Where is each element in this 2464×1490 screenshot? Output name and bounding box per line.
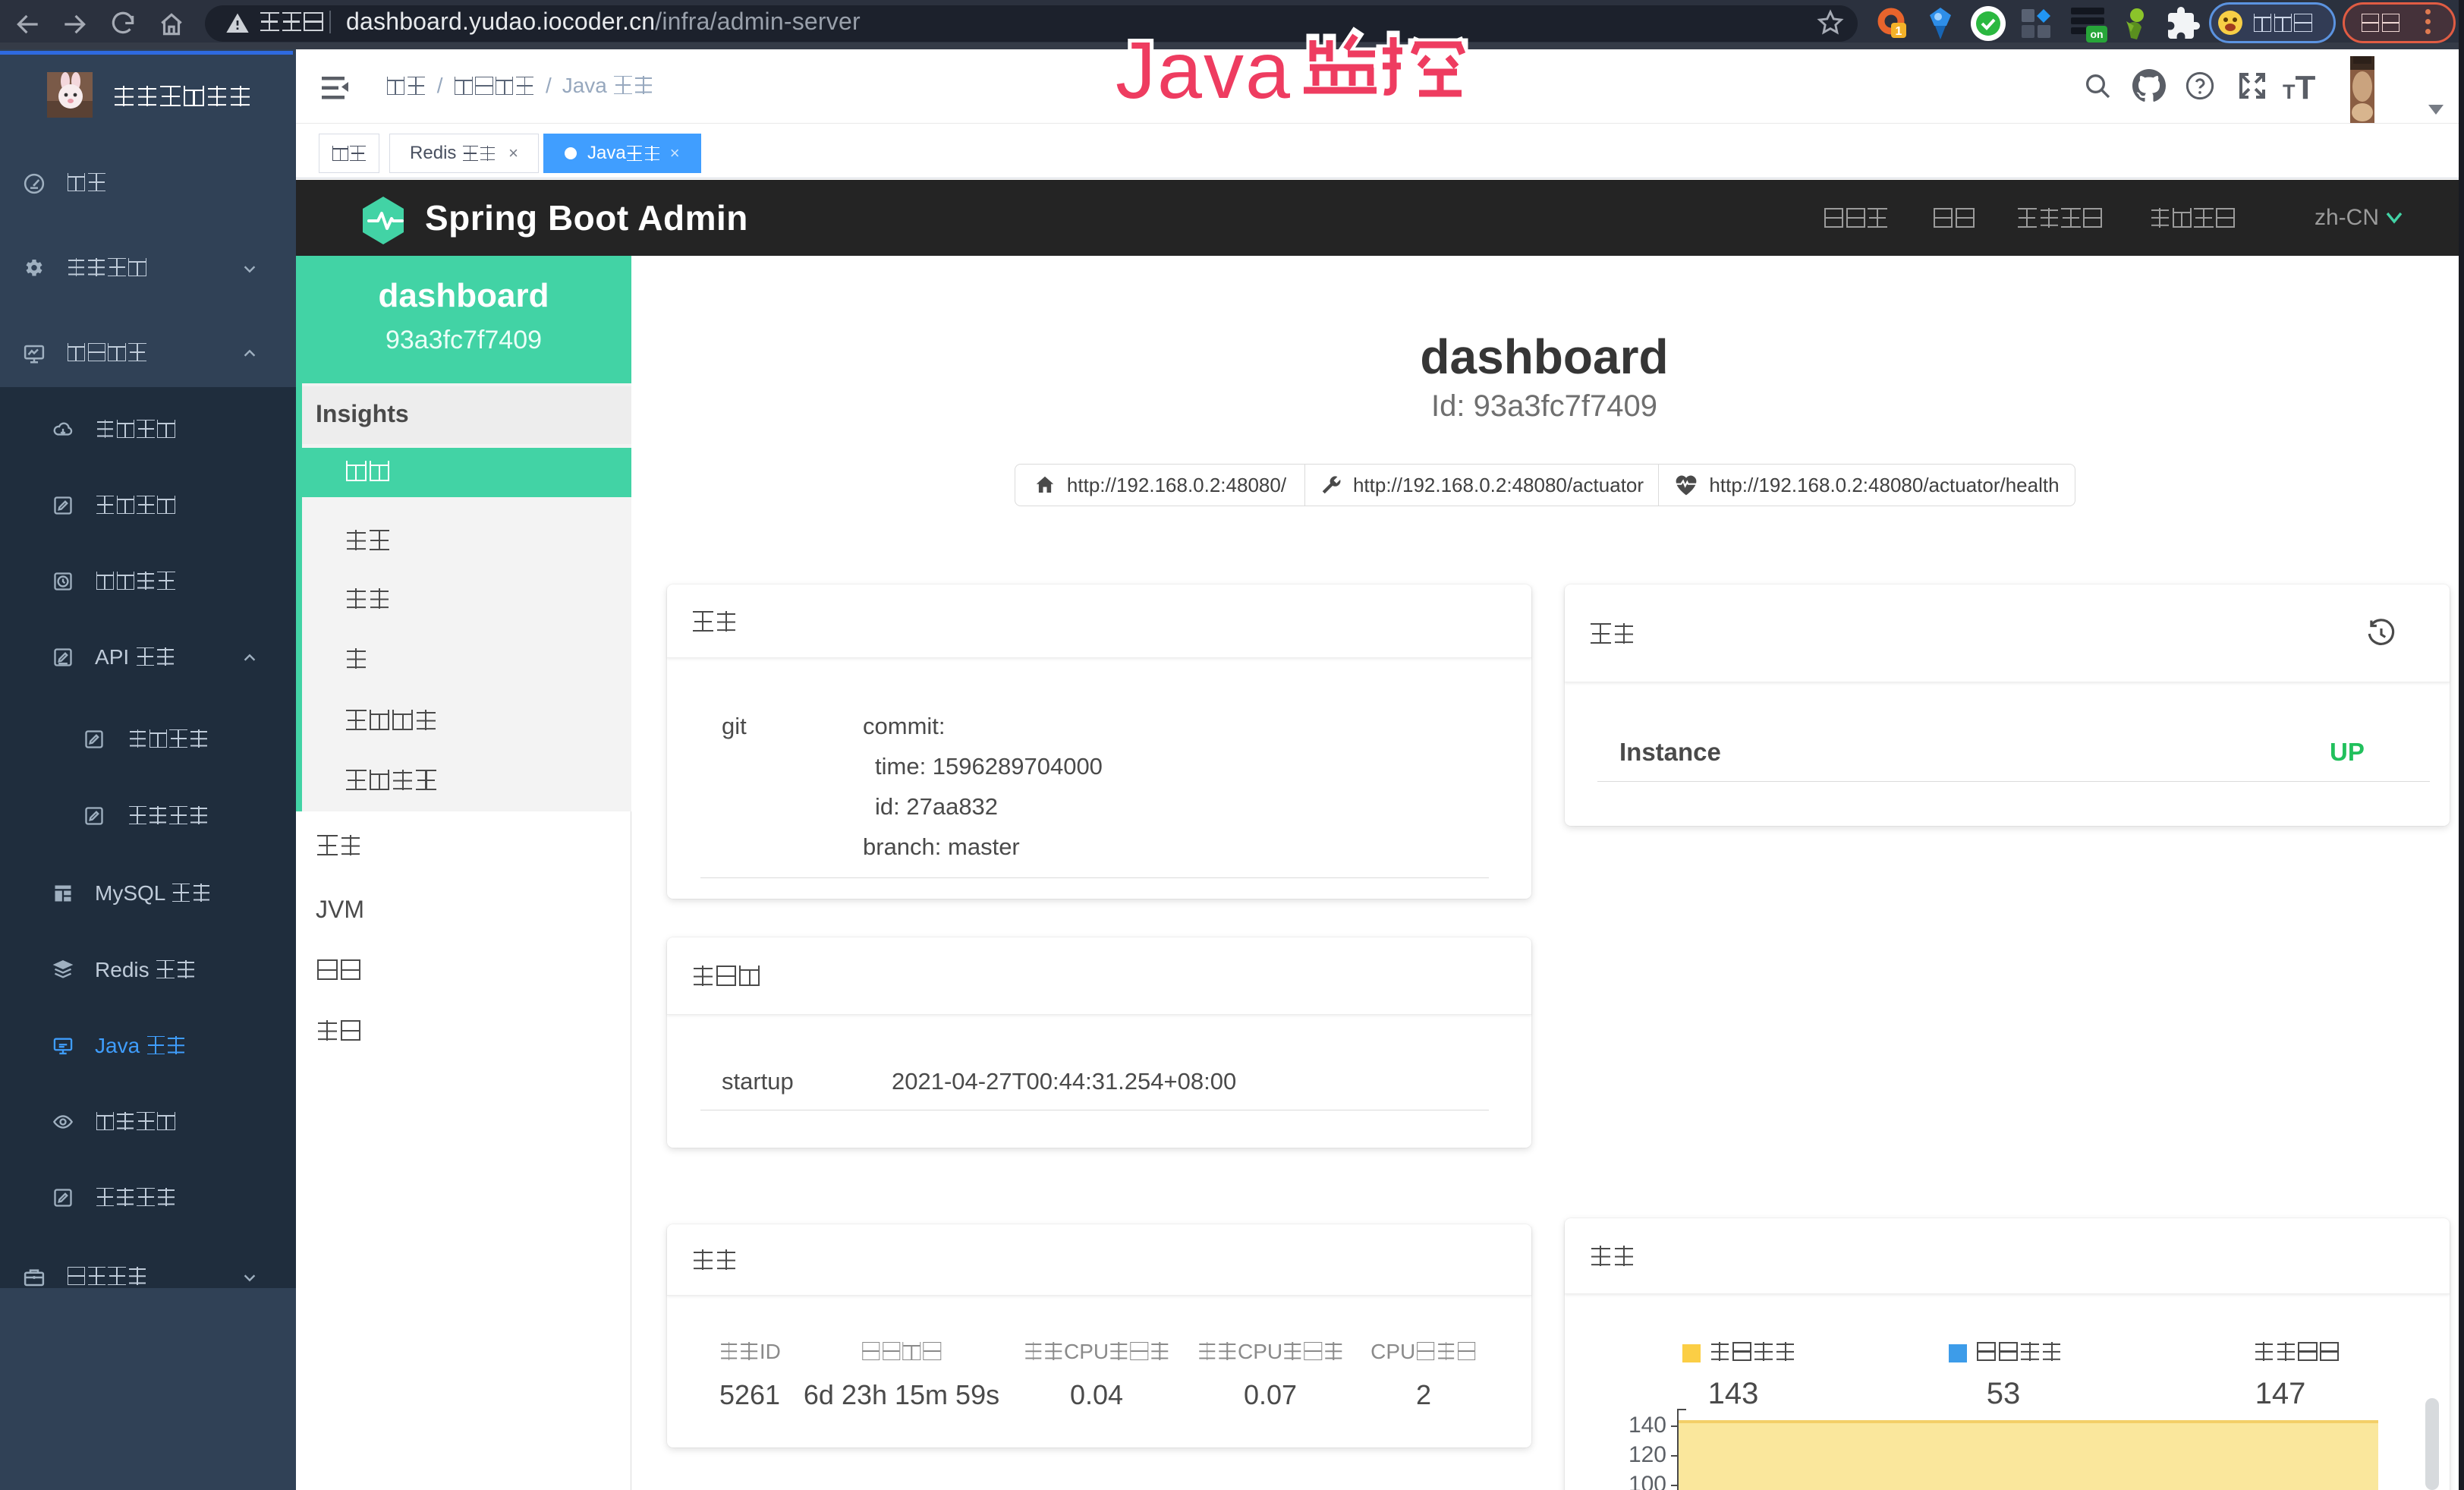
svg-text:on: on <box>2090 28 2103 40</box>
svg-text:1: 1 <box>1896 25 1902 38</box>
svg-text:Java: Java <box>1116 26 1292 115</box>
